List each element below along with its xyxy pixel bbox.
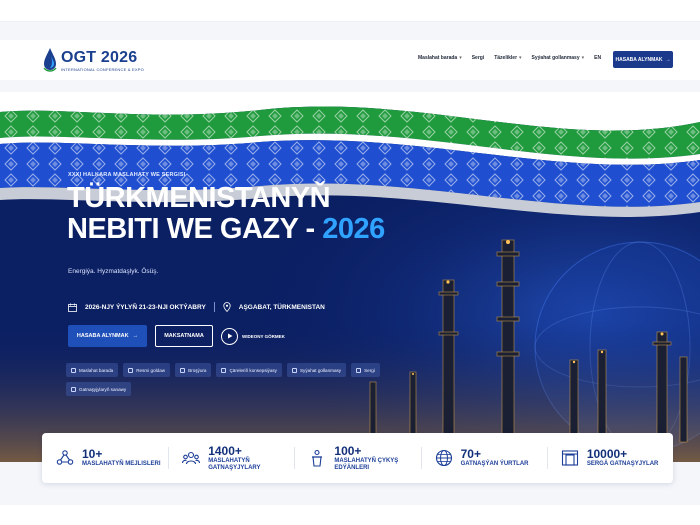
location-pin-icon	[223, 302, 231, 312]
event-meta: 2026-NJY ÝYLYŇ 21-23-NJI OKTÝABRY AŞGABA…	[68, 302, 325, 312]
arrow-right-icon: →	[132, 333, 139, 339]
chevron-down-icon: ▾	[459, 55, 462, 61]
list-icon	[71, 386, 76, 392]
nav-label: Sergi	[471, 55, 485, 61]
logo-subtitle: INTERNATIONAL CONFERENCE & EXPO	[61, 66, 144, 72]
hero-background	[0, 92, 700, 462]
nav-label: Täzelikler	[494, 55, 518, 61]
stat-exhibitors: 10000+ SERGÄ GATNAŞYJYLAR	[546, 443, 673, 473]
video-label[interactable]: WIDEONY GÖRMEK	[242, 334, 285, 339]
chip-label: Resmi goldaw	[136, 367, 166, 373]
bottom-strip	[0, 505, 700, 525]
stat-label: MASLAHATYŇ	[208, 457, 250, 464]
site-logo[interactable]: OGT 2026 INTERNATIONAL CONFERENCE & EXPO	[42, 47, 144, 73]
hero-title-year: 2026	[322, 213, 385, 245]
oil-drop-icon	[42, 47, 58, 73]
brochure-icon	[180, 367, 186, 373]
stat-number: 100+	[334, 443, 362, 458]
logo-title: OGT 2026	[61, 48, 138, 66]
hero-register-label: HASABA ALYNMAK	[76, 333, 129, 339]
stat-label: MASLAHATYŇ ÇYKYŞ	[334, 457, 399, 464]
chip-about[interactable]: Maslahat barada	[66, 363, 119, 377]
stat-label: GATNAŞYJYLARY	[208, 464, 261, 471]
stat-number: 10+	[82, 447, 103, 461]
chip-official-support[interactable]: Resmi goldaw	[123, 363, 171, 377]
hero-banner	[0, 92, 700, 462]
stats-bar: 10+ MASLAHATYŇ MEJLISLERI 1400+ MASLAHAT…	[42, 433, 673, 483]
stat-sessions: 10+ MASLAHATYŇ MEJLISLERI	[42, 443, 168, 473]
nav-label: Syýahat gollanmasy	[531, 55, 580, 61]
nav-item-news[interactable]: Täzelikler ▾	[494, 55, 521, 61]
play-icon	[227, 333, 232, 339]
stat-number: 1400+	[208, 443, 242, 458]
stat-label: EDÝÄNLERI	[334, 464, 370, 471]
calendar-icon	[68, 303, 77, 312]
chip-label: Maslahat barada	[79, 367, 114, 373]
chip-label: Sergi	[364, 367, 375, 373]
event-location: AŞGABAT, TÜRKMENISTAN	[238, 303, 325, 311]
gate-icon	[561, 449, 579, 467]
nav-item-about[interactable]: Maslahat barada ▾	[418, 55, 462, 61]
stat-label: MASLAHATYŇ MEJLISLERI	[82, 461, 161, 467]
podium-icon	[308, 449, 326, 467]
chip-label: Gatnaşyjylaryň sanawy	[79, 386, 127, 392]
nav-label: EN	[594, 55, 602, 61]
stat-label: SERGÄ GATNAŞYJYLAR	[586, 461, 659, 467]
hero-title-text: NEBITI WE GAZY -	[67, 213, 323, 245]
stat-countries: 70+ GATNAŞÝAN ÝURTLAR	[420, 443, 547, 473]
chip-label: Syýahat gollanmasy	[299, 367, 342, 373]
language-switch[interactable]: EN	[594, 55, 601, 61]
chip-travel-guide[interactable]: Syýahat gollanmasy	[286, 363, 347, 377]
network-icon	[56, 449, 74, 467]
page: OGT 2026 INTERNATIONAL CONFERENCE & EXPO…	[0, 0, 700, 525]
stat-number: 10000+	[586, 447, 628, 461]
meta-divider	[213, 302, 215, 312]
document-icon	[71, 367, 76, 373]
register-button-label: HASABA ALYNMAK	[615, 56, 663, 63]
hero-eyebrow: XXXI HALKARA MASLAHATY WE SERGISI	[68, 172, 186, 178]
chevron-down-icon: ▾	[519, 55, 522, 61]
register-button[interactable]: HASABA ALYNMAK →	[613, 51, 673, 68]
hero-register-button[interactable]: HASABA ALYNMAK →	[68, 325, 147, 347]
globe-icon	[435, 449, 453, 467]
event-date: 2026-NJY ÝYLYŇ 21-23-NJI OKTÝABRY	[85, 303, 206, 311]
chip-label: Çäreleriň konsepsiýasy	[229, 367, 277, 373]
program-button-label: MAKSATNAMA	[164, 333, 204, 339]
exhibition-icon	[356, 367, 362, 373]
chip-participants-list[interactable]: Gatnaşyjylaryň sanawy	[66, 382, 132, 396]
chevron-down-icon: ▾	[581, 55, 585, 61]
people-icon	[182, 449, 201, 467]
chip-exhibition[interactable]: Sergi	[351, 363, 380, 377]
stat-speakers: 100+ MASLAHATYŇ ÇYKYŞ EDÝÄNLERI	[294, 443, 420, 473]
chip-label: Broşýura	[188, 367, 207, 373]
hero-title-line1: TÜRKMENISTANYŇ	[67, 182, 331, 214]
play-video-button[interactable]	[221, 327, 238, 345]
nav-label: Maslahat barada	[418, 55, 458, 61]
nav-item-exhibition[interactable]: Sergi	[472, 55, 485, 61]
hero-title: TÜRKMENISTANYŇ NEBITI WE GAZY - 2026	[67, 183, 385, 245]
badge-icon	[128, 367, 134, 373]
stat-number: 70+	[460, 447, 481, 461]
stat-label: GATNAŞÝAN ÝURTLAR	[460, 461, 529, 467]
map-icon	[291, 367, 297, 373]
stat-participants: 1400+ MASLAHATYŇ GATNAŞYJYLARY	[168, 443, 294, 473]
nav-item-travel-guide[interactable]: Syýahat gollanmasy ▾	[532, 55, 585, 61]
chip-brochure[interactable]: Broşýura	[175, 363, 212, 377]
hero-tagline: Energiýa. Hyzmatdaşlyk. Ösüş.	[68, 268, 159, 275]
quick-links: Maslahat barada Resmi goldaw Broşýura Çä…	[66, 363, 386, 396]
program-button[interactable]: MAKSATNAMA	[155, 325, 213, 347]
hero-actions: HASABA ALYNMAK → MAKSATNAMA WIDEONY GÖRME…	[68, 325, 285, 347]
top-strip	[0, 0, 700, 22]
main-nav: Maslahat barada ▾ Sergi Täzelikler ▾ Syýah…	[418, 55, 601, 61]
chip-event-concept[interactable]: Çäreleriň konsepsiýasy	[216, 363, 282, 377]
arrow-right-icon: →	[665, 56, 671, 63]
concept-icon	[221, 367, 227, 373]
hero-title-line2: NEBITI WE GAZY - 2026	[67, 214, 385, 245]
